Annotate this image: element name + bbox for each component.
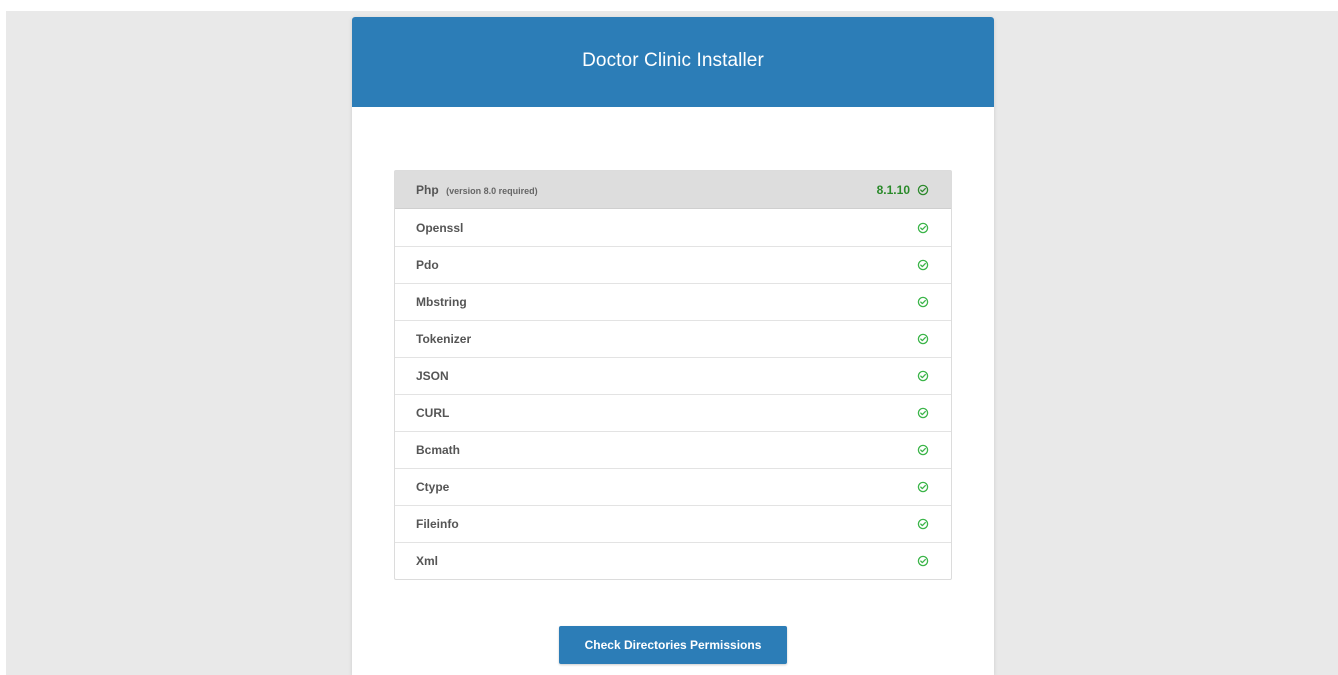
requirement-name: Xml bbox=[416, 554, 439, 568]
php-version: 8.1.10 bbox=[876, 182, 910, 197]
check-circle-icon bbox=[917, 222, 929, 233]
requirement-label: Php (version 8.0 required) bbox=[416, 181, 538, 199]
requirement-name: JSON bbox=[416, 369, 449, 383]
requirement-name: Ctype bbox=[416, 480, 450, 494]
requirement-row-xml: Xml bbox=[395, 542, 951, 579]
check-circle-icon bbox=[917, 444, 929, 456]
check-circle-icon bbox=[917, 370, 929, 382]
page-title: Doctor Clinic Installer bbox=[582, 49, 764, 71]
requirement-row-fileinfo: Fileinfo bbox=[395, 505, 951, 542]
check-circle-icon bbox=[917, 184, 929, 195]
requirement-row-json: JSON bbox=[395, 357, 951, 394]
requirement-name: CURL bbox=[416, 406, 450, 420]
requirement-name: Tokenizer bbox=[416, 332, 472, 346]
installer-card: Doctor Clinic Installer Php (version 8.0… bbox=[352, 17, 994, 675]
requirement-row-curl: CURL bbox=[395, 394, 951, 431]
requirement-row-bcmath: Bcmath bbox=[395, 431, 951, 468]
requirement-row-openssl: Openssl bbox=[395, 209, 951, 246]
requirement-note: (version 8.0 required) bbox=[446, 185, 538, 196]
check-circle-icon bbox=[917, 296, 929, 308]
requirements-list: Php (version 8.0 required) 8.1.10 Openss… bbox=[394, 170, 952, 580]
requirement-name: Bcmath bbox=[416, 443, 461, 457]
check-directories-permissions-button[interactable]: Check Directories Permissions bbox=[559, 626, 787, 664]
check-circle-icon bbox=[917, 333, 929, 345]
requirement-row-mbstring: Mbstring bbox=[395, 283, 951, 320]
check-circle-icon bbox=[917, 481, 929, 493]
requirement-name: Fileinfo bbox=[416, 517, 459, 531]
requirement-row-tokenizer: Tokenizer bbox=[395, 320, 951, 357]
check-circle-icon bbox=[917, 555, 929, 567]
requirement-name: Openssl bbox=[416, 220, 464, 235]
requirement-status: 8.1.10 bbox=[877, 183, 929, 197]
check-circle-icon bbox=[917, 259, 929, 271]
requirement-row-pdo: Pdo bbox=[395, 246, 951, 283]
installer-header: Doctor Clinic Installer bbox=[352, 17, 994, 107]
requirement-row-ctype: Ctype bbox=[395, 468, 951, 505]
check-circle-icon bbox=[917, 407, 929, 419]
check-circle-icon bbox=[917, 518, 929, 530]
requirement-name: Php bbox=[416, 182, 439, 197]
requirement-name: Mbstring bbox=[416, 295, 467, 309]
requirement-row-php: Php (version 8.0 required) 8.1.10 bbox=[395, 171, 951, 209]
requirement-name: Pdo bbox=[416, 258, 439, 272]
